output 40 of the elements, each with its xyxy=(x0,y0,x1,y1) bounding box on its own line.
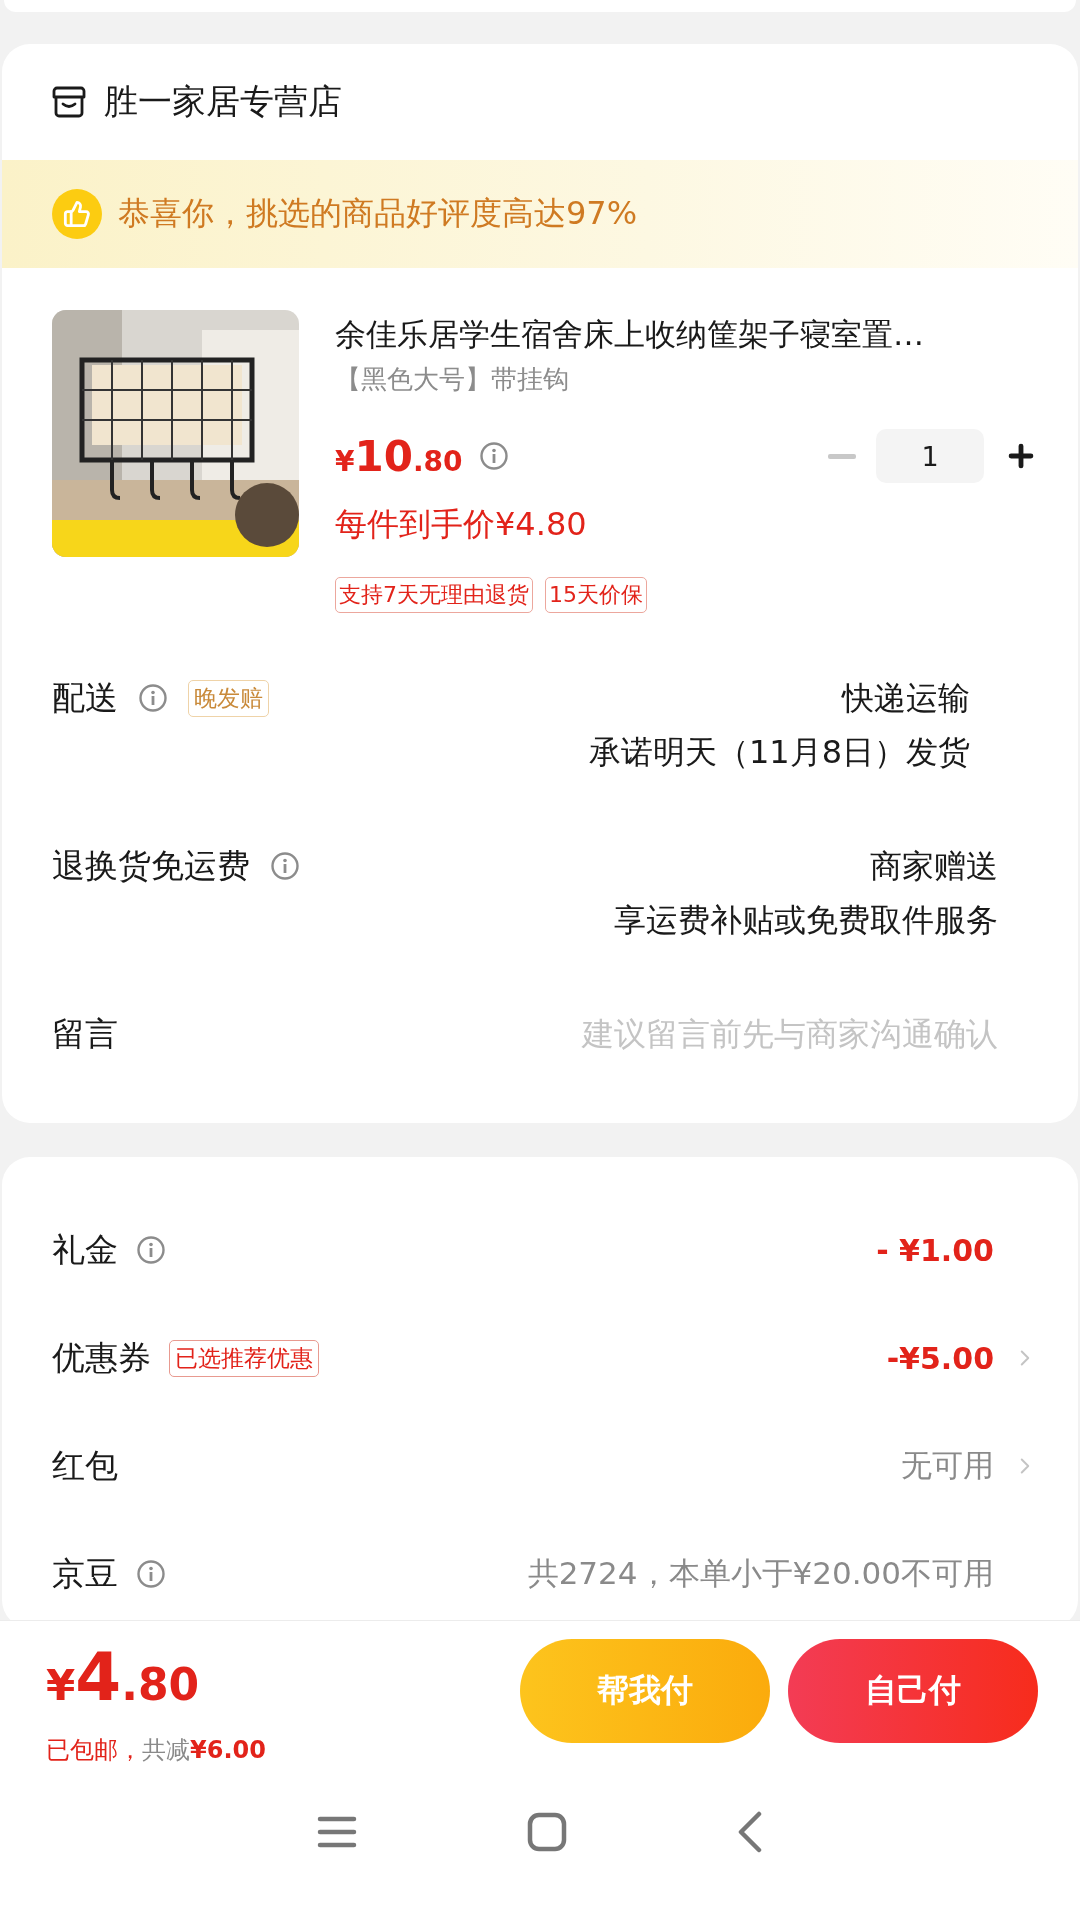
info-icon[interactable] xyxy=(136,1559,166,1589)
row-label: 京豆 xyxy=(52,1552,118,1595)
thumbs-up-icon xyxy=(52,189,102,239)
info-icon[interactable] xyxy=(478,441,509,471)
row-label: 配送 xyxy=(52,676,118,719)
row-value: 承诺明天（11月8日）发货 xyxy=(588,732,970,773)
store-icon xyxy=(52,85,86,119)
row-label: 优惠券 xyxy=(52,1336,151,1379)
menu-icon[interactable] xyxy=(317,1815,357,1849)
service-tag: 支持7天无理由退货 xyxy=(335,577,533,613)
product-variant: 【黑色大号】带挂钩 xyxy=(335,363,569,396)
info-icon[interactable] xyxy=(270,851,300,881)
row-value: 快递运输 xyxy=(842,678,970,719)
product-title[interactable]: 余佳乐居学生宿舍床上收纳筐架子寝室置… xyxy=(335,314,1038,356)
net-price: 每件到手价¥4.80 xyxy=(335,504,587,545)
row-label: 红包 xyxy=(52,1444,118,1487)
back-icon[interactable] xyxy=(737,1811,763,1853)
quantity-field[interactable]: 1 xyxy=(876,429,984,483)
row-value: 商家赠送 xyxy=(870,846,998,887)
total-price: ¥4.80 xyxy=(46,1639,201,1718)
discount-value[interactable]: -¥5.00 xyxy=(886,1340,994,1376)
row-value: 享运费补贴或免费取件服务 xyxy=(614,900,998,941)
late-compensation-badge: 晚发赔 xyxy=(188,679,269,717)
recommended-badge: 已选推荐优惠 xyxy=(169,1339,319,1377)
banner-text: 恭喜你，挑选的商品好评度高达97% xyxy=(118,193,638,234)
store-name[interactable]: 胜一家居专营店 xyxy=(104,79,342,125)
row-label: 退换货免运费 xyxy=(52,844,250,887)
discount-value[interactable]: 无可用 xyxy=(901,1445,994,1487)
row-label: 留言 xyxy=(52,1012,118,1055)
info-icon[interactable] xyxy=(138,683,168,713)
home-icon[interactable] xyxy=(527,1812,567,1852)
discount-value: 共2724，本单小于¥20.00不可用 xyxy=(527,1554,994,1593)
row-label: 礼金 xyxy=(52,1228,118,1271)
service-tag: 15天价保 xyxy=(545,577,647,613)
discount-value: - ¥1.00 xyxy=(876,1232,994,1268)
pay-button[interactable]: 自己付 xyxy=(788,1639,1038,1743)
product-price: ¥10.80 xyxy=(335,431,463,481)
message-field[interactable]: 建议留言前先与商家沟通确认 xyxy=(478,1011,998,1057)
savings-summary: 已包邮，共减¥6.00 xyxy=(46,1735,266,1766)
info-icon[interactable] xyxy=(136,1235,166,1265)
